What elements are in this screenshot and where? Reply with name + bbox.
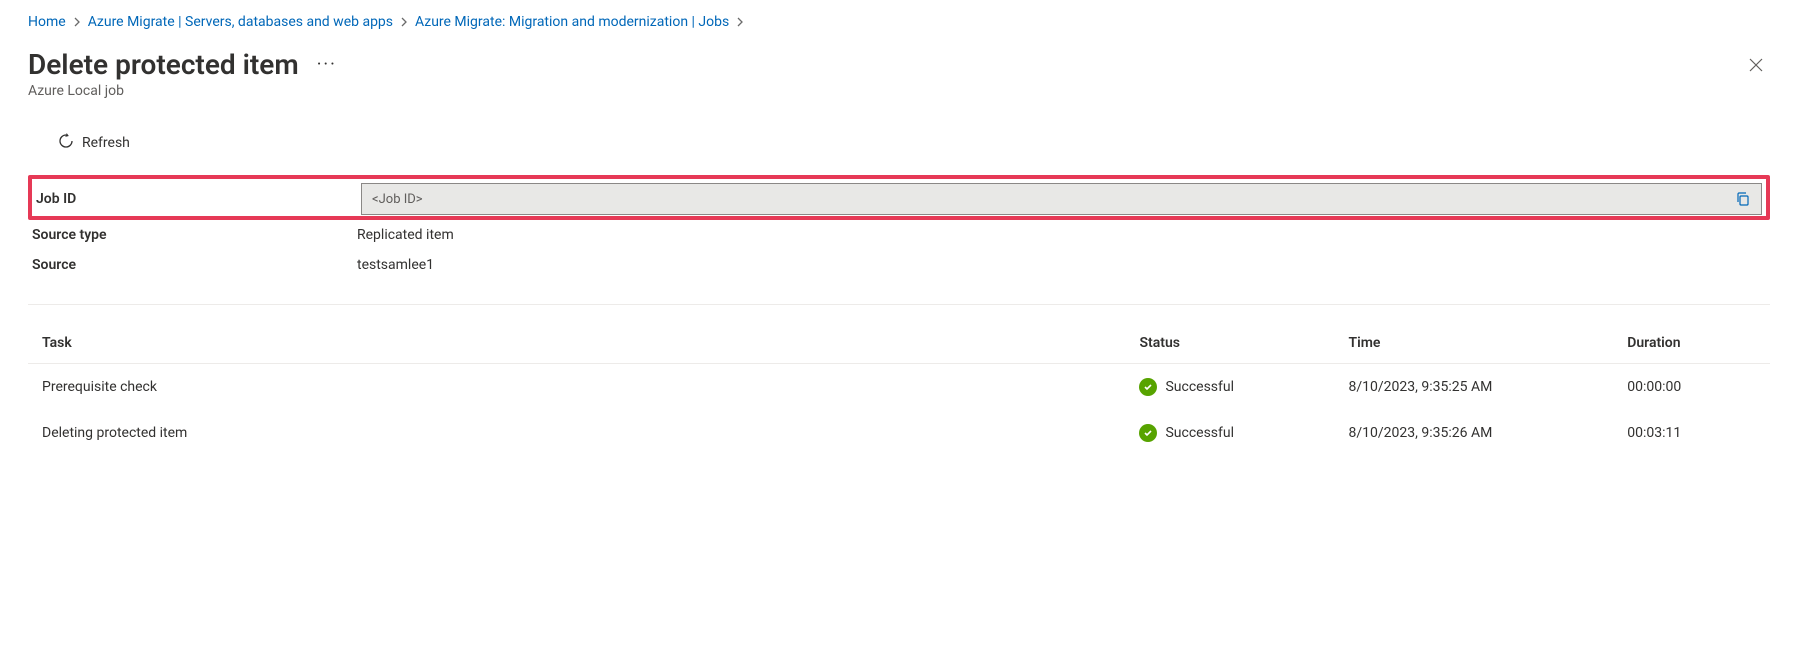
- task-duration: 00:03:11: [1613, 410, 1770, 456]
- task-time: 8/10/2023, 9:35:26 AM: [1335, 410, 1614, 456]
- source-value: testsamlee1: [357, 257, 1766, 273]
- more-actions-button[interactable]: ···: [313, 50, 341, 79]
- source-type-label: Source type: [32, 227, 357, 243]
- breadcrumb-home[interactable]: Home: [28, 14, 66, 30]
- col-header-task: Task: [28, 325, 1125, 364]
- table-row: Deleting protected item Successful 8/10/…: [28, 410, 1770, 456]
- close-button[interactable]: [1742, 51, 1770, 79]
- col-header-duration: Duration: [1613, 325, 1770, 364]
- divider: [28, 304, 1770, 305]
- task-duration: 00:00:00: [1613, 364, 1770, 411]
- copy-button[interactable]: [1733, 189, 1753, 209]
- breadcrumb: Home Azure Migrate | Servers, databases …: [28, 14, 1770, 30]
- job-id-field[interactable]: <Job ID>: [361, 183, 1762, 215]
- chevron-right-icon: [399, 17, 409, 27]
- breadcrumb-migrate-servers[interactable]: Azure Migrate | Servers, databases and w…: [88, 14, 393, 30]
- refresh-button[interactable]: Refresh: [58, 133, 130, 153]
- page-subtitle: Azure Local job: [28, 83, 1770, 99]
- source-type-value: Replicated item: [357, 227, 1766, 243]
- col-header-status: Status: [1125, 325, 1334, 364]
- col-header-time: Time: [1335, 325, 1614, 364]
- success-icon: [1139, 378, 1157, 396]
- task-name: Deleting protected item: [28, 410, 1125, 456]
- source-label: Source: [32, 257, 357, 273]
- job-id-label: Job ID: [36, 191, 361, 207]
- task-status: Successful: [1165, 379, 1234, 395]
- task-name: Prerequisite check: [28, 364, 1125, 411]
- tasks-table: Task Status Time Duration Prerequisite c…: [28, 325, 1770, 456]
- table-row: Prerequisite check Successful 8/10/2023,…: [28, 364, 1770, 411]
- refresh-label: Refresh: [82, 135, 130, 151]
- breadcrumb-migrate-jobs[interactable]: Azure Migrate: Migration and modernizati…: [415, 14, 729, 30]
- page-title: Delete protected item: [28, 48, 299, 81]
- chevron-right-icon: [72, 17, 82, 27]
- job-id-highlight: Job ID <Job ID>: [28, 175, 1770, 220]
- chevron-right-icon: [735, 17, 745, 27]
- job-id-value: <Job ID>: [372, 192, 1733, 207]
- success-icon: [1139, 424, 1157, 442]
- refresh-icon: [58, 133, 74, 153]
- task-time: 8/10/2023, 9:35:25 AM: [1335, 364, 1614, 411]
- task-status: Successful: [1165, 425, 1234, 441]
